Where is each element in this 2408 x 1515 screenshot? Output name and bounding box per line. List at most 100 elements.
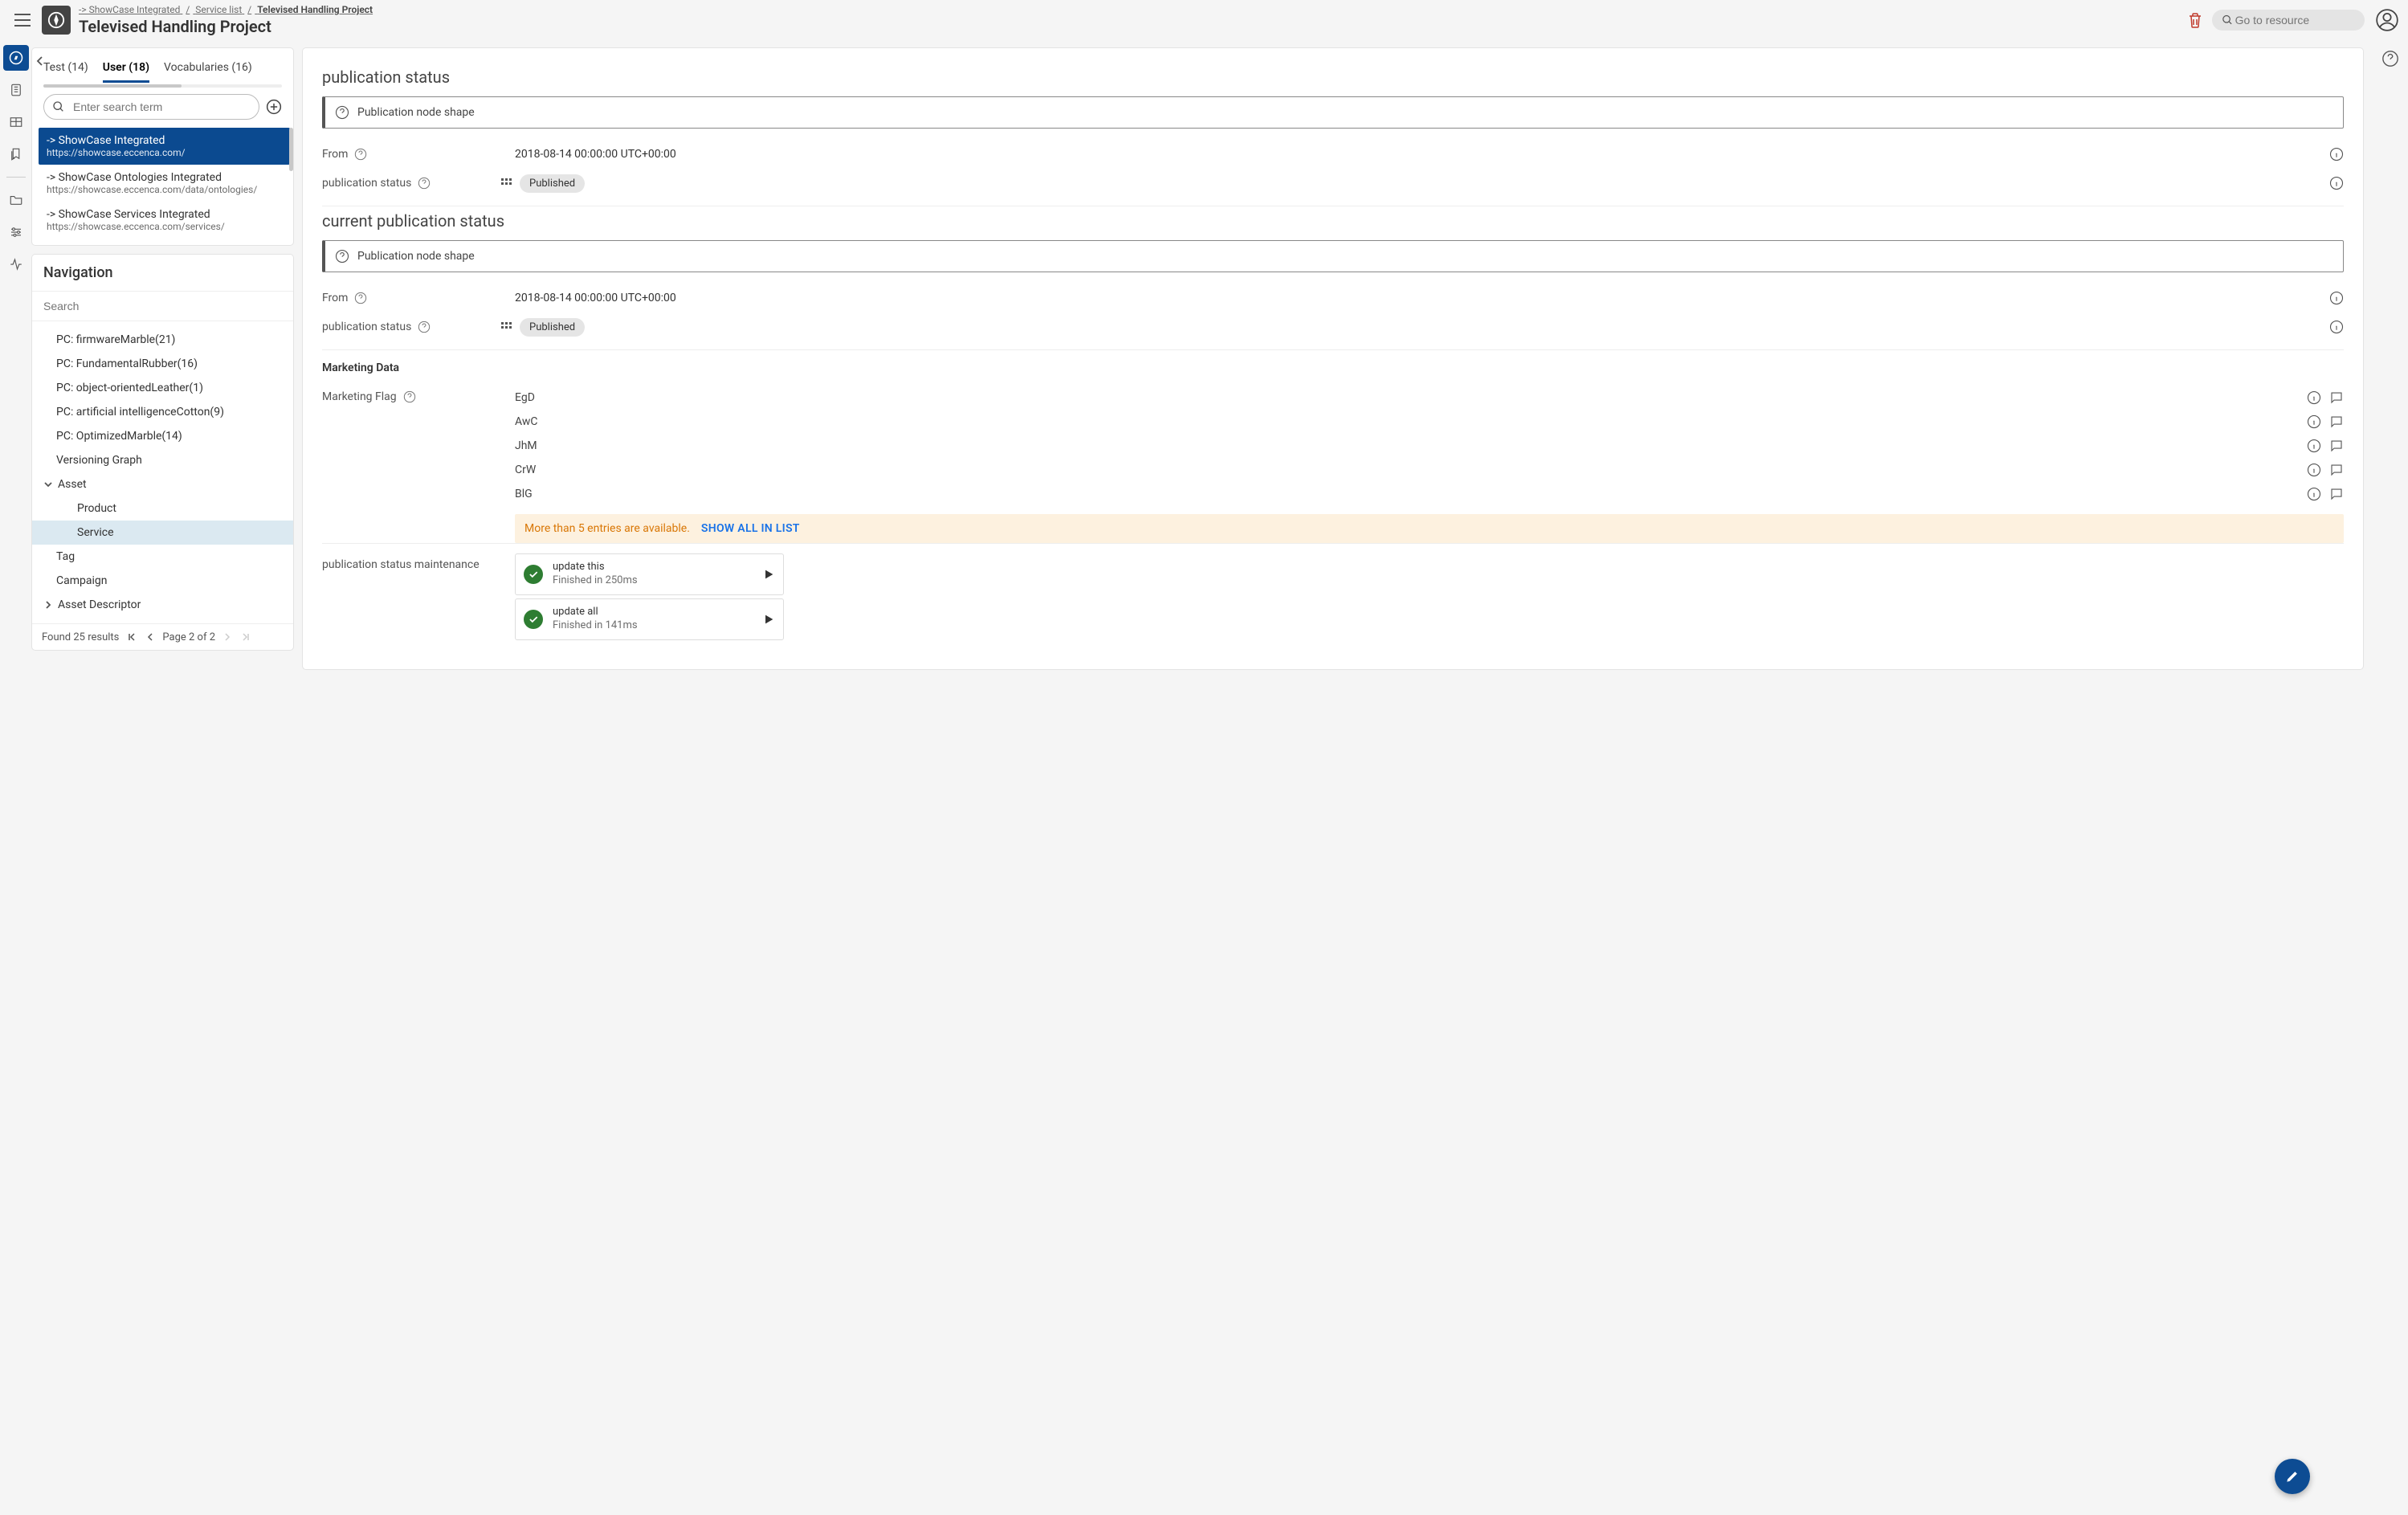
- graph-list-scrollbar[interactable]: [289, 128, 293, 171]
- tree-item[interactable]: PC: artificial intelligenceCotton(9): [32, 400, 293, 424]
- help-button[interactable]: [403, 390, 416, 403]
- pager-prev-button[interactable]: [145, 631, 156, 643]
- status-success-icon: [524, 565, 543, 584]
- tab-test[interactable]: Test (14): [43, 61, 88, 83]
- flag-row: AwC: [515, 411, 2344, 432]
- help-button[interactable]: [418, 177, 431, 190]
- add-graph-button[interactable]: [266, 99, 282, 115]
- navigation-title: Navigation: [32, 255, 293, 292]
- check-icon: [528, 569, 539, 580]
- graph-search[interactable]: [43, 94, 259, 120]
- delete-button[interactable]: [2188, 12, 2202, 28]
- tab-user[interactable]: User (18): [103, 61, 149, 83]
- activity-icon: [9, 257, 23, 272]
- pager-last-button[interactable]: [239, 631, 252, 643]
- tree-item-product[interactable]: Product: [32, 496, 293, 521]
- menu-toggle-button[interactable]: [10, 9, 35, 31]
- global-search-input[interactable]: [2234, 13, 2355, 27]
- graph-item-url: https://showcase.eccenca.com/services/: [47, 221, 282, 232]
- run-button[interactable]: [762, 613, 775, 626]
- comment-button[interactable]: [2329, 390, 2344, 405]
- global-search[interactable]: [2212, 10, 2365, 31]
- pager-next-button[interactable]: [222, 631, 233, 643]
- maintenance-item: update this Finished in 250ms: [515, 553, 784, 595]
- breadcrumb-item[interactable]: -> ShowCase Integrated: [79, 4, 180, 15]
- tree-item-campaign[interactable]: Campaign: [32, 569, 293, 593]
- bookmark-stack-icon: [9, 147, 23, 161]
- rail-settings[interactable]: [3, 219, 29, 245]
- info-circle-icon: [2329, 320, 2344, 334]
- table-icon: [9, 115, 23, 129]
- graph-item-title: -> ShowCase Ontologies Integrated: [47, 171, 282, 184]
- info-button[interactable]: [2329, 291, 2344, 305]
- help-button[interactable]: [418, 321, 431, 333]
- edit-fab-button[interactable]: [2275, 1459, 2310, 1494]
- pager-first-button[interactable]: [125, 631, 138, 643]
- tree-item-service[interactable]: Service: [32, 521, 293, 545]
- user-menu-button[interactable]: [2376, 9, 2398, 31]
- tab-vocabularies[interactable]: Vocabularies (16): [164, 61, 252, 83]
- rail-table[interactable]: [3, 109, 29, 135]
- rail-save[interactable]: [3, 141, 29, 167]
- tree-item[interactable]: PC: FundamentalRubber(16): [32, 352, 293, 376]
- tree-item[interactable]: PC: firmwareMarble(21): [32, 328, 293, 352]
- info-button[interactable]: [2307, 439, 2321, 453]
- info-button[interactable]: [2329, 320, 2344, 334]
- tree-item[interactable]: PC: object-orientedLeather(1): [32, 376, 293, 400]
- info-button[interactable]: [2307, 463, 2321, 477]
- last-page-icon: [241, 632, 251, 642]
- tree-item[interactable]: PC: OptimizedMarble(14): [32, 424, 293, 448]
- tree-item-asset[interactable]: Asset: [32, 472, 293, 496]
- tree-item-asset-descriptor[interactable]: Asset Descriptor: [32, 593, 293, 617]
- help-circle-icon: [418, 177, 431, 190]
- breadcrumb-sep: /: [247, 4, 251, 15]
- graph-item[interactable]: -> ShowCase Ontologies Integrated https:…: [39, 165, 290, 202]
- help-button[interactable]: [354, 292, 367, 304]
- comment-button[interactable]: [2329, 439, 2344, 453]
- warn-text: More than 5 entries are available.: [524, 522, 690, 535]
- comment-button[interactable]: [2329, 463, 2344, 477]
- search-icon: [52, 100, 65, 113]
- rail-explore[interactable]: [3, 45, 29, 71]
- info-button[interactable]: [2329, 176, 2344, 190]
- status-chip[interactable]: Published: [520, 318, 585, 337]
- graph-item[interactable]: -> ShowCase Services Integrated https://…: [39, 202, 290, 239]
- tree-item-label: Asset: [58, 478, 87, 491]
- maintenance-item: update all Finished in 141ms: [515, 598, 784, 640]
- help-button[interactable]: [2381, 50, 2399, 67]
- info-button[interactable]: [2307, 487, 2321, 501]
- grid-button[interactable]: [500, 178, 512, 189]
- navigation-search-input[interactable]: [32, 292, 293, 321]
- status-chip[interactable]: Published: [520, 174, 585, 193]
- flag-value: AwC: [515, 415, 2307, 428]
- help-button[interactable]: [354, 148, 367, 161]
- comment-button[interactable]: [2329, 414, 2344, 429]
- run-button[interactable]: [762, 568, 775, 581]
- info-button[interactable]: [2307, 414, 2321, 429]
- show-all-button[interactable]: SHOW ALL IN LIST: [701, 522, 800, 535]
- node-shape-banner: Publication node shape: [322, 96, 2344, 129]
- plus-circle-icon: [266, 99, 282, 115]
- comment-button[interactable]: [2329, 487, 2344, 501]
- rail-notes[interactable]: [3, 77, 29, 103]
- graph-item[interactable]: -> ShowCase Integrated https://showcase.…: [39, 128, 290, 165]
- property-value: 2018-08-14 00:00:00 UTC+00:00: [515, 292, 676, 304]
- graph-item-title: -> ShowCase Services Integrated: [47, 208, 282, 221]
- property-label: Marketing Flag: [322, 390, 397, 403]
- info-button[interactable]: [2329, 147, 2344, 161]
- rail-folder[interactable]: [3, 187, 29, 213]
- rail-activity[interactable]: [3, 251, 29, 277]
- node-shape-label: Publication node shape: [357, 106, 475, 119]
- tree-item-tag[interactable]: Tag: [32, 545, 293, 569]
- info-button[interactable]: [2307, 390, 2321, 405]
- breadcrumb-item[interactable]: Service list: [195, 4, 242, 15]
- navigation-pager: Found 25 results Page 2 of 2: [32, 623, 293, 650]
- breadcrumb: -> ShowCase Integrated / Service list / …: [79, 4, 373, 15]
- tree-item[interactable]: Versioning Graph: [32, 448, 293, 472]
- graph-search-input[interactable]: [71, 100, 251, 114]
- section-title: publication status: [322, 67, 2344, 87]
- tabs-scrollbar[interactable]: [43, 84, 282, 88]
- title-block: -> ShowCase Integrated / Service list / …: [79, 4, 373, 36]
- grid-button[interactable]: [500, 321, 512, 333]
- info-circle-icon: [2307, 487, 2321, 501]
